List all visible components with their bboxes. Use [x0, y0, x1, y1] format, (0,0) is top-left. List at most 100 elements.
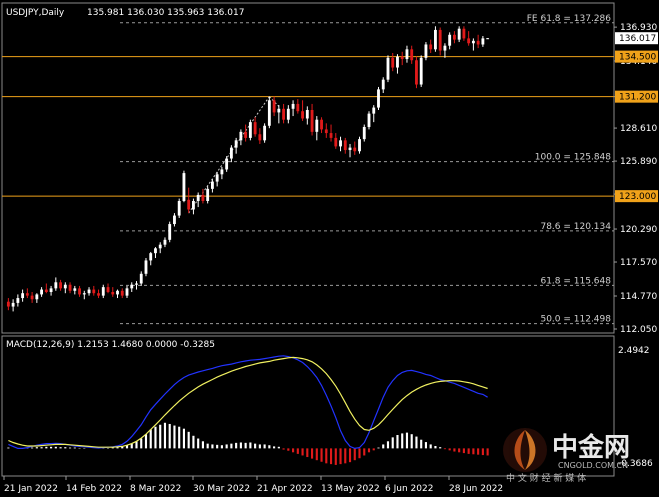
candle-body	[391, 57, 395, 68]
candle-body	[481, 38, 485, 45]
brand-name: 中金网	[552, 432, 630, 463]
candle-body	[92, 289, 96, 294]
candle-body	[305, 109, 309, 119]
ohlc-values: 135.981 136.030 135.963 136.017	[87, 8, 244, 18]
candle-body	[125, 288, 129, 296]
candle-body	[182, 173, 186, 201]
candle-body	[244, 131, 248, 138]
candle-body	[286, 108, 290, 120]
candle-body	[443, 45, 447, 51]
candle-body	[367, 113, 371, 127]
candle-body	[339, 140, 342, 147]
time-tick-label: 14 Feb 2022	[66, 484, 122, 494]
cngold-logo-icon	[503, 428, 547, 472]
fibonacci-level-label: 50.0 = 112.498	[540, 315, 611, 325]
candle-body	[448, 34, 452, 46]
candle-body	[73, 288, 77, 291]
candle-body	[225, 158, 229, 170]
candle-body	[116, 290, 119, 295]
cngold-watermark: 中金网 CNGOLD.COM.CN 中 文 财 经 新 媒 体	[503, 428, 630, 484]
candle-body	[329, 133, 333, 138]
candle-body	[206, 188, 210, 201]
candle-body	[210, 181, 214, 189]
candle-body	[471, 40, 475, 44]
candle-body	[82, 293, 86, 295]
candle-body	[486, 38, 490, 40]
candle-body	[139, 273, 143, 284]
current-price-label: 136.017	[619, 34, 656, 44]
candle-body	[424, 44, 428, 58]
candle-body	[343, 140, 347, 151]
candle-body	[476, 40, 480, 45]
fibonacci-level-label: 78.6 = 120.134	[540, 222, 611, 232]
brand-domain: CNGOLD.COM.CN	[558, 461, 628, 470]
candle-body	[59, 282, 62, 289]
candle-body	[149, 253, 153, 261]
candle-body	[362, 126, 366, 140]
candle-body	[282, 108, 286, 120]
candle-body	[6, 301, 10, 307]
candle-body	[220, 169, 224, 175]
candle-body	[30, 295, 34, 300]
candle-body	[87, 289, 91, 294]
candle-body	[248, 122, 252, 138]
macd-tick-label: 2.4942	[618, 346, 650, 356]
candle-body	[135, 283, 138, 285]
price-tick-label: 136.930	[620, 23, 657, 33]
candle-body	[239, 131, 243, 141]
candle-body	[158, 244, 162, 249]
candle-body	[25, 293, 29, 296]
time-tick-label: 13 May 2022	[321, 484, 380, 494]
candle-body	[334, 137, 338, 147]
time-tick-label: 28 Jun 2022	[449, 484, 503, 494]
candle-body	[168, 224, 172, 240]
candle-body	[54, 282, 58, 289]
candle-body	[296, 103, 300, 112]
candle-body	[63, 284, 67, 289]
price-tick-label: 128.610	[620, 124, 657, 134]
candle-body	[315, 119, 319, 132]
fibonacci-level-label: 100.0 = 125.848	[535, 153, 612, 163]
candle-body	[215, 174, 219, 182]
candle-body	[263, 125, 267, 141]
candle-body	[111, 291, 115, 295]
candle-body	[419, 57, 423, 85]
candle-body	[44, 289, 48, 292]
candle-body	[106, 287, 110, 292]
time-tick-label: 21 Apr 2022	[257, 484, 313, 494]
candle-body	[97, 293, 100, 296]
price-tick-label: 125.890	[620, 157, 657, 167]
candle-body	[144, 260, 148, 274]
candle-body	[201, 194, 205, 201]
candle-body	[386, 57, 390, 80]
price-tick-label: 120.290	[620, 225, 657, 235]
time-tick-label: 30 Mar 2022	[193, 484, 250, 494]
candle-body	[467, 38, 471, 44]
candle-body	[187, 199, 191, 210]
candle-body	[154, 248, 157, 254]
candle-body	[372, 107, 376, 114]
candle-body	[40, 289, 44, 295]
candle-body	[11, 302, 15, 307]
candle-body	[457, 28, 461, 40]
candle-body	[358, 139, 361, 152]
candle-body	[78, 288, 81, 295]
candle-body	[301, 111, 304, 119]
candle-body	[68, 284, 72, 291]
time-tick-label: 8 Mar 2022	[130, 484, 181, 494]
candle-body	[462, 28, 466, 39]
price-tick-label: 114.770	[620, 292, 657, 302]
candle-body	[438, 29, 442, 51]
candle-body	[130, 284, 134, 289]
fibonacci-level-label: FE 61.8 = 137.286	[527, 14, 612, 24]
candle-body	[35, 294, 39, 300]
candle-body	[377, 89, 380, 108]
candle-body	[163, 239, 167, 245]
candle-body	[258, 134, 262, 141]
candle-body	[101, 287, 105, 296]
fibonacci-level-label: 61.8 = 115.648	[540, 276, 611, 286]
candle-body	[415, 60, 418, 85]
candle-body	[348, 147, 352, 151]
candle-body	[16, 298, 20, 303]
candle-body	[434, 29, 437, 50]
